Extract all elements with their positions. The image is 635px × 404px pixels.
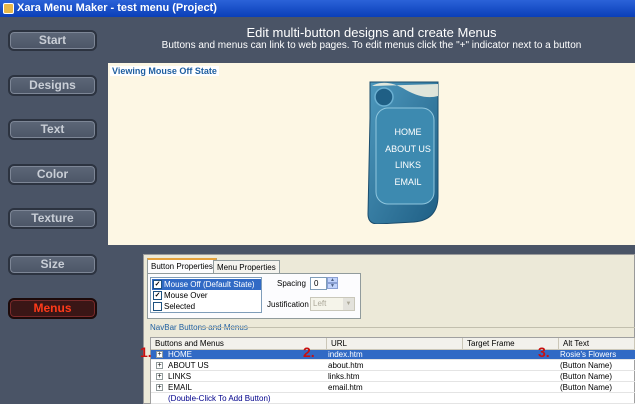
- state-row-mouse-over[interactable]: ✓ Mouse Over: [152, 290, 261, 301]
- preview-menu-item-about-us[interactable]: ABOUT US: [378, 144, 438, 154]
- left-nav: Start Designs Text Color Texture Size Me…: [0, 17, 108, 404]
- spacing-stepper[interactable]: ▲ ▼: [327, 277, 338, 290]
- row-button-name[interactable]: LINKS: [168, 372, 323, 382]
- justification-select[interactable]: Left ▼: [310, 297, 355, 311]
- expand-icon[interactable]: +: [156, 362, 163, 369]
- table-row[interactable]: + EMAIL email.htm (Button Name): [151, 383, 635, 393]
- group-divider: [199, 327, 635, 328]
- row-url[interactable]: index.htm: [328, 350, 460, 360]
- row-button-name[interactable]: HOME: [168, 350, 323, 360]
- viewing-state-label: Viewing Mouse Off State: [110, 66, 219, 76]
- row-target-frame[interactable]: [464, 372, 556, 382]
- row-button-name[interactable]: ABOUT US: [168, 361, 323, 371]
- nav-texture-button[interactable]: Texture: [8, 208, 97, 229]
- nav-size-button[interactable]: Size: [8, 254, 97, 275]
- app-icon: [3, 3, 14, 14]
- preview-menu-item-home[interactable]: HOME: [378, 127, 438, 137]
- nav-text-button[interactable]: Text: [8, 119, 97, 140]
- page-title: Edit multi-button designs and create Men…: [246, 25, 497, 40]
- add-button-row[interactable]: (Double-Click To Add Button): [151, 394, 635, 404]
- tab-menu-properties[interactable]: Menu Properties: [213, 260, 280, 274]
- table-row[interactable]: + ABOUT US about.htm (Button Name): [151, 361, 635, 371]
- page-header: Edit multi-button designs and create Men…: [108, 17, 635, 63]
- preview-area: Viewing Mouse Off State HOME ABOUT US LI…: [108, 63, 635, 245]
- expand-icon[interactable]: +: [156, 373, 163, 380]
- state-label: Mouse Off (Default State): [164, 280, 255, 289]
- buttons-grid[interactable]: Buttons and Menus URL Target Frame Alt T…: [150, 337, 635, 404]
- spin-down-icon[interactable]: ▼: [327, 283, 338, 289]
- column-header-url[interactable]: URL: [327, 338, 463, 350]
- preview-menu-item-email[interactable]: EMAIL: [378, 177, 438, 187]
- table-row[interactable]: + LINKS links.htm (Button Name): [151, 372, 635, 382]
- window-title: Xara Menu Maker - test menu (Project): [17, 2, 217, 14]
- checkbox-mouse-over[interactable]: ✓: [153, 291, 162, 300]
- row-url[interactable]: links.htm: [328, 372, 460, 382]
- row-url[interactable]: about.htm: [328, 361, 460, 371]
- callout-2: 2.: [303, 344, 315, 360]
- row-target-frame[interactable]: [464, 383, 556, 393]
- window-title-bar[interactable]: Xara Menu Maker - test menu (Project): [0, 0, 635, 17]
- justification-label: Justification: [267, 300, 309, 309]
- column-header-buttons[interactable]: Buttons and Menus: [151, 338, 327, 350]
- state-row-mouse-off[interactable]: ✓ Mouse Off (Default State): [152, 279, 261, 290]
- page-subtitle: Buttons and menus can link to web pages.…: [161, 40, 582, 51]
- row-target-frame[interactable]: [464, 361, 556, 371]
- checkbox-mouse-off[interactable]: ✓: [153, 280, 162, 289]
- spacing-label: Spacing: [277, 279, 306, 288]
- table-row[interactable]: + HOME index.htm Rosie's Flowers: [151, 350, 635, 360]
- nav-start-button[interactable]: Start: [8, 30, 97, 51]
- state-row-selected[interactable]: Selected: [152, 301, 261, 312]
- expand-icon[interactable]: +: [156, 384, 163, 391]
- expand-icon[interactable]: +: [156, 351, 163, 358]
- checkbox-selected[interactable]: [153, 302, 162, 311]
- callout-3: 3.: [538, 344, 550, 360]
- row-url[interactable]: email.htm: [328, 383, 460, 393]
- callout-1: 1.: [140, 344, 152, 360]
- justification-value: Left: [313, 299, 327, 308]
- tab-button-properties[interactable]: Button Properties: [147, 258, 217, 273]
- row-alt-text[interactable]: (Button Name): [560, 383, 634, 393]
- preview-menu-item-links[interactable]: LINKS: [378, 160, 438, 170]
- row-alt-text[interactable]: (Button Name): [560, 361, 634, 371]
- state-label: Mouse Over: [164, 291, 208, 300]
- row-alt-text[interactable]: (Button Name): [560, 372, 634, 382]
- button-states-list[interactable]: ✓ Mouse Off (Default State) ✓ Mouse Over…: [150, 277, 262, 313]
- row-button-name[interactable]: EMAIL: [168, 383, 323, 393]
- state-label: Selected: [164, 302, 196, 311]
- add-button-label[interactable]: (Double-Click To Add Button): [168, 394, 468, 404]
- row-alt-text[interactable]: Rosie's Flowers: [560, 350, 634, 360]
- chevron-down-icon[interactable]: ▼: [343, 298, 354, 310]
- column-header-alt-text[interactable]: Alt Text: [559, 338, 635, 350]
- nav-color-button[interactable]: Color: [8, 164, 97, 185]
- spacing-input[interactable]: 0: [310, 277, 327, 290]
- nav-designs-button[interactable]: Designs: [8, 75, 97, 96]
- nav-menus-button[interactable]: Menus: [8, 298, 97, 319]
